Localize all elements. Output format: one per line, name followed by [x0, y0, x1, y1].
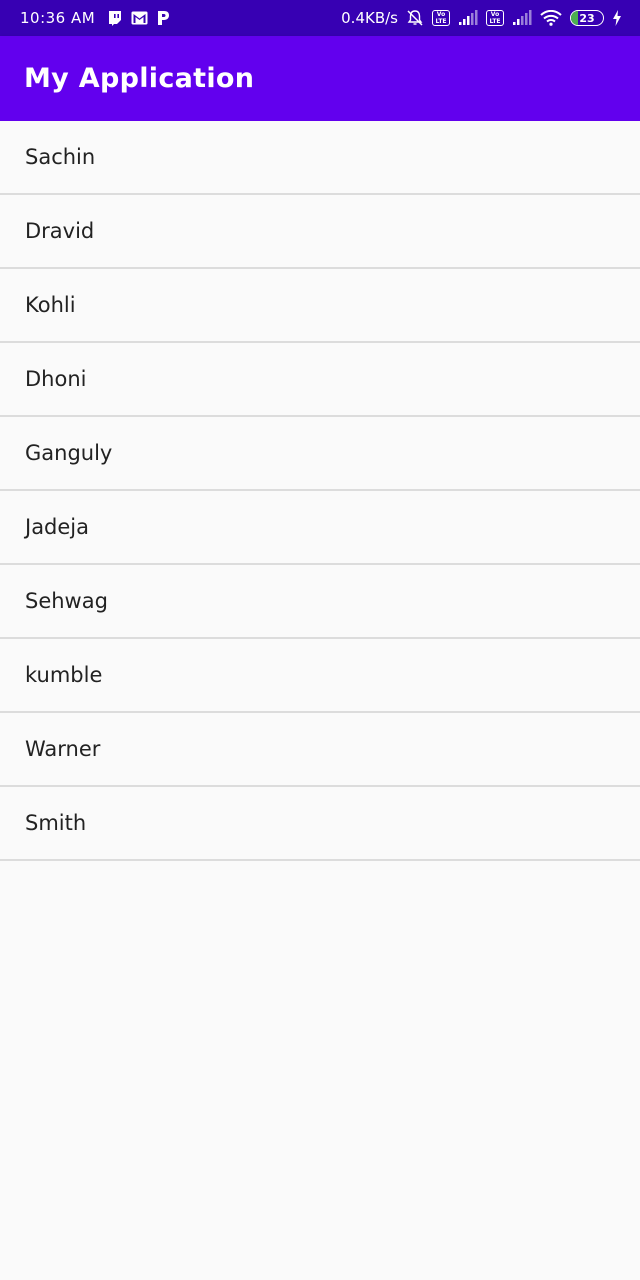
- list-item[interactable]: kumble: [0, 639, 640, 713]
- charging-icon: [612, 10, 622, 26]
- mute-bell-icon: [406, 9, 424, 27]
- battery-level: 23: [579, 11, 595, 25]
- battery-body: 23: [570, 10, 604, 26]
- list-item[interactable]: Sehwag: [0, 565, 640, 639]
- status-bar-right: 0.4KB/s Vo LTE Vo LTE 23: [341, 9, 622, 27]
- list-item[interactable]: Dhoni: [0, 343, 640, 417]
- battery-icon: 23: [570, 10, 604, 26]
- list-item[interactable]: Sachin: [0, 121, 640, 195]
- signal-icon: [458, 10, 478, 26]
- signal-icon: [512, 10, 532, 26]
- gmail-icon: [131, 11, 148, 25]
- wifi-icon: [540, 10, 562, 26]
- list-item-label: Sehwag: [25, 589, 108, 613]
- status-bar-left: 10:36 AM: [20, 9, 170, 27]
- volte-icon: Vo LTE: [432, 10, 450, 26]
- volte-icon: Vo LTE: [486, 10, 504, 26]
- list-item-label: Sachin: [25, 145, 96, 169]
- list-item-label: Kohli: [25, 293, 76, 317]
- twitch-icon: [107, 10, 123, 26]
- list-item-label: Jadeja: [25, 515, 90, 539]
- paytm-icon: [156, 10, 170, 26]
- list-item-label: Dravid: [25, 219, 95, 243]
- list-item[interactable]: Smith: [0, 787, 640, 861]
- list-item[interactable]: Ganguly: [0, 417, 640, 491]
- list-item-label: kumble: [25, 663, 103, 687]
- list-item[interactable]: Jadeja: [0, 491, 640, 565]
- app-title: My Application: [24, 63, 255, 94]
- app-bar: My Application: [0, 36, 640, 121]
- net-speed: 0.4KB/s: [341, 9, 398, 27]
- player-list: Sachin Dravid Kohli Dhoni Ganguly Jadeja Sehwa…: [0, 121, 640, 861]
- status-bar: 10:36 AM 0.4KB/s Vo LTE Vo LTE 23: [0, 0, 640, 36]
- list-item[interactable]: Warner: [0, 713, 640, 787]
- list-item[interactable]: Dravid: [0, 195, 640, 269]
- status-time: 10:36 AM: [20, 9, 96, 27]
- list-item[interactable]: Kohli: [0, 269, 640, 343]
- list-item-label: Dhoni: [25, 367, 87, 391]
- list-item-label: Smith: [25, 811, 87, 835]
- list-item-label: Warner: [25, 737, 101, 761]
- battery-fill: [571, 11, 579, 25]
- list-item-label: Ganguly: [25, 441, 113, 465]
